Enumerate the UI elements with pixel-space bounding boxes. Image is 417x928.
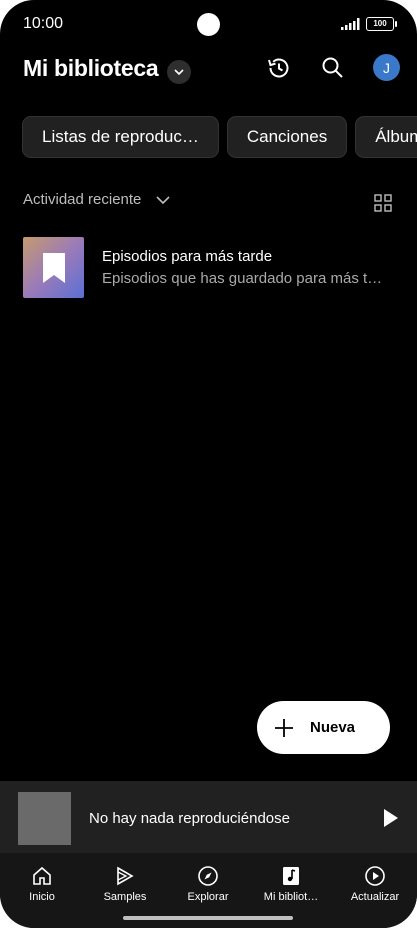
new-button[interactable]: Nueva bbox=[257, 701, 390, 754]
saved-episodes-thumbnail bbox=[23, 237, 84, 298]
avatar[interactable]: J bbox=[373, 54, 400, 81]
sort-dropdown[interactable]: Actividad reciente bbox=[23, 191, 171, 208]
home-indicator[interactable] bbox=[123, 916, 293, 920]
camera-cutout bbox=[197, 13, 220, 36]
mini-player-thumbnail bbox=[18, 792, 71, 845]
nav-item-library[interactable]: Mi bibliot… bbox=[251, 865, 331, 903]
new-button-label: Nueva bbox=[310, 719, 356, 736]
grid-view-icon[interactable] bbox=[374, 194, 392, 212]
nav-label: Inicio bbox=[29, 891, 55, 903]
status-bar: 10:00 100 bbox=[0, 0, 417, 48]
mini-player-status: No hay nada reproduciéndose bbox=[89, 810, 290, 827]
list-item-title: Episodios para más tarde bbox=[102, 248, 273, 265]
chevron-down-icon bbox=[174, 69, 184, 76]
nav-item-home[interactable]: Inicio bbox=[2, 865, 82, 903]
chevron-down-icon bbox=[156, 195, 170, 204]
list-item-subtitle: Episodios que has guardado para más t… bbox=[102, 270, 383, 287]
chip-albums[interactable]: Álbum bbox=[355, 116, 417, 158]
phone-screen: 10:00 100 Mi biblioteca J Listas de repr… bbox=[0, 0, 417, 928]
samples-icon bbox=[117, 866, 134, 886]
filter-chips: Listas de reproduc… Canciones Álbum bbox=[22, 116, 417, 158]
library-icon bbox=[283, 867, 299, 885]
search-icon[interactable] bbox=[320, 55, 346, 81]
list-item[interactable]: Episodios para más tarde Episodios que h… bbox=[23, 237, 403, 299]
nav-item-samples[interactable]: Samples bbox=[85, 865, 165, 903]
home-icon bbox=[33, 866, 51, 885]
nav-label: Explorar bbox=[187, 891, 229, 903]
nav-item-explore[interactable]: Explorar bbox=[168, 865, 248, 903]
signal-icon bbox=[341, 18, 360, 30]
upgrade-icon bbox=[365, 866, 385, 886]
battery-icon: 100 bbox=[366, 17, 397, 31]
bookmark-icon bbox=[42, 252, 65, 283]
chip-songs[interactable]: Canciones bbox=[226, 116, 348, 158]
nav-label: Actualizar bbox=[350, 891, 400, 903]
library-dropdown-button[interactable] bbox=[167, 60, 191, 84]
history-icon[interactable] bbox=[266, 55, 292, 81]
plus-icon bbox=[275, 718, 293, 737]
sort-label: Actividad reciente bbox=[23, 191, 142, 208]
compass-icon bbox=[198, 866, 218, 886]
mini-player[interactable]: No hay nada reproduciéndose bbox=[0, 781, 417, 853]
nav-label: Samples bbox=[103, 891, 147, 903]
nav-item-upgrade[interactable]: Actualizar bbox=[335, 865, 415, 903]
status-time: 10:00 bbox=[23, 15, 64, 32]
nav-label: Mi bibliot… bbox=[263, 891, 319, 903]
page-title: Mi biblioteca bbox=[23, 55, 159, 81]
chip-playlists[interactable]: Listas de reproduc… bbox=[22, 116, 219, 158]
play-icon[interactable] bbox=[382, 808, 400, 828]
